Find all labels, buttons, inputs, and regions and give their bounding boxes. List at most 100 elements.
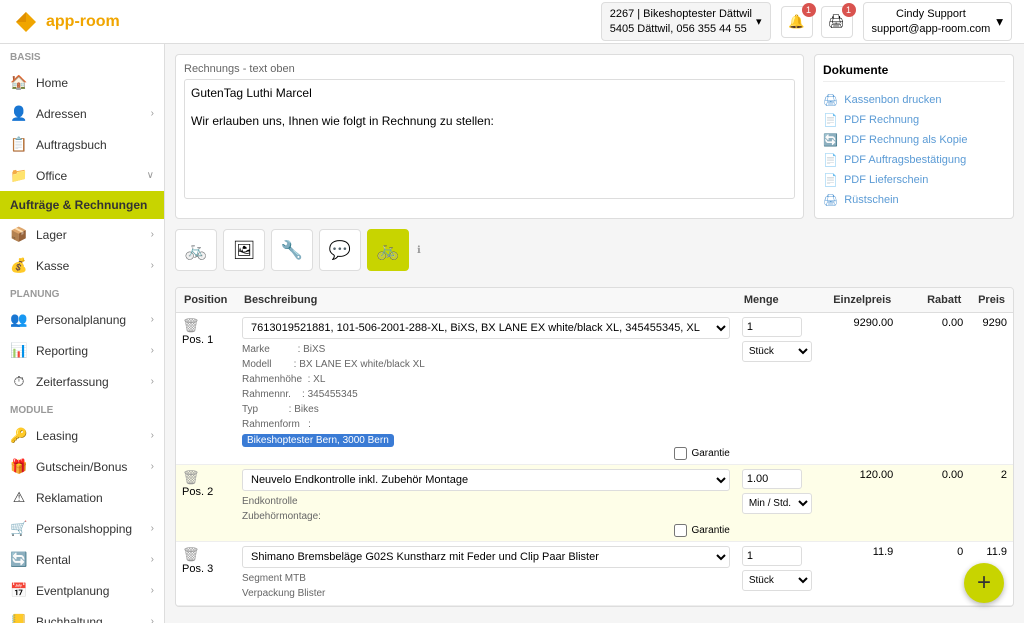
row1-qty-cell: Stück bbox=[736, 313, 819, 465]
row2-qty-input[interactable] bbox=[742, 469, 802, 489]
sidebar-item-buchhaltung[interactable]: 📒 Buchhaltung › bbox=[0, 606, 164, 623]
row3-delete-cell: 🗑 Pos. 3 bbox=[176, 542, 236, 606]
row1-qty-input[interactable] bbox=[742, 317, 802, 337]
home-icon: 🏠 bbox=[10, 74, 28, 91]
invoice-text-area[interactable]: GutenTag Luthi Marcel Wir erlauben uns, … bbox=[184, 79, 795, 199]
doc-auftragsbestaetigung[interactable]: 📄 PDF Auftragsbestätigung bbox=[823, 150, 1005, 170]
row3-unit-dropdown[interactable]: Stück bbox=[742, 570, 812, 591]
auftragsbuch-icon: 📋 bbox=[10, 136, 28, 153]
row2-preis: 2 bbox=[969, 465, 1013, 542]
tab-bike1[interactable]: 🚲 bbox=[175, 229, 217, 271]
print-button[interactable]: 🖨 1 bbox=[821, 6, 853, 38]
sidebar-item-label-office: Office bbox=[36, 169, 67, 183]
sidebar-item-label-personalshopping: Personalshopping bbox=[36, 522, 132, 536]
doc-pdf-kopie[interactable]: 🔄 PDF Rechnung als Kopie bbox=[823, 130, 1005, 150]
row1-einzelpreis: 9290.00 bbox=[819, 313, 899, 465]
chevron-right-icon-12: › bbox=[151, 616, 154, 623]
sidebar-item-personalshopping[interactable]: 🛒 Personalshopping › bbox=[0, 513, 164, 544]
doc-lieferschein[interactable]: 📄 PDF Lieferschein bbox=[823, 170, 1005, 190]
row1-delete-button[interactable]: 🗑 bbox=[182, 317, 200, 334]
sidebar-item-label-reporting: Reporting bbox=[36, 344, 88, 358]
header: app-room 2267 | Bikeshoptester Dättwil 5… bbox=[0, 0, 1024, 44]
col-header-einzelpreis: Einzelpreis bbox=[819, 288, 899, 313]
sidebar-item-reporting[interactable]: 📊 Reporting › bbox=[0, 335, 164, 366]
rental-icon: 🔄 bbox=[10, 551, 28, 568]
row1-pos: Pos. 1 bbox=[182, 334, 230, 346]
row1-unit-dropdown[interactable]: Stück bbox=[742, 341, 812, 362]
doc-kassenbon[interactable]: 🖨 Kassenbon drucken bbox=[823, 90, 1005, 110]
documents-panel: Dokumente 🖨 Kassenbon drucken 📄 PDF Rech… bbox=[814, 54, 1014, 219]
pdf-doc-icon-2: 🔄 bbox=[823, 133, 838, 147]
sidebar-item-zeiterfassung[interactable]: ⏱ Zeiterfassung › bbox=[0, 366, 164, 397]
row2-item-dropdown[interactable]: Neuvelo Endkontrolle inkl. Zubehör Monta… bbox=[242, 469, 730, 491]
row3-desc-cell: Shimano Bremsbeläge G02S Kunstharz mit F… bbox=[236, 542, 736, 606]
chevron-right-icon-9: › bbox=[151, 523, 154, 534]
invoice-text-label: Rechnungs - text oben bbox=[184, 63, 795, 75]
row1-item-dropdown[interactable]: 7613019521881, 101-506-2001-288-XL, BiXS… bbox=[242, 317, 730, 339]
main-container: BASIS 🏠 Home 👤 Adressen › 📋 Auftragsbuch… bbox=[0, 44, 1024, 623]
col-header-position: Position bbox=[176, 288, 236, 313]
sidebar-item-gutschein[interactable]: 🎁 Gutschein/Bonus › bbox=[0, 451, 164, 482]
table-row: 🗑 Pos. 1 7613019521881, 101-506-2001-288… bbox=[176, 313, 1013, 465]
row3-delete-button[interactable]: 🗑 bbox=[182, 546, 200, 563]
row2-delete-button[interactable]: 🗑 bbox=[182, 469, 200, 486]
row3-einzelpreis: 11.9 bbox=[819, 542, 899, 606]
logo-icon bbox=[12, 8, 40, 36]
sidebar-item-label-gutschein: Gutschein/Bonus bbox=[36, 460, 127, 474]
row1-detail: Marke : BiXS Modell : BX LANE EX white/b… bbox=[242, 342, 730, 432]
location-chevron-icon[interactable]: ▾ bbox=[756, 15, 762, 28]
sidebar-item-home[interactable]: 🏠 Home bbox=[0, 67, 164, 98]
pdf-doc-icon-4: 📄 bbox=[823, 173, 838, 187]
logo-text: app-room bbox=[46, 13, 120, 31]
row2-rabatt: 0.00 bbox=[899, 465, 969, 542]
doc-ruestschein[interactable]: 🖨 Rüstschein bbox=[823, 190, 1005, 210]
row1-rabatt: 0.00 bbox=[899, 313, 969, 465]
tab-image[interactable]: 🖼 bbox=[223, 229, 265, 271]
notification-button[interactable]: 🔔 1 bbox=[781, 6, 813, 38]
doc-pdf-rechnung[interactable]: 📄 PDF Rechnung bbox=[823, 110, 1005, 130]
table-row: 🗑 Pos. 2 Neuvelo Endkontrolle inkl. Zube… bbox=[176, 465, 1013, 542]
sidebar-item-lager[interactable]: 📦 Lager › bbox=[0, 219, 164, 250]
sidebar-item-reklamation[interactable]: ⚠ Reklamation bbox=[0, 482, 164, 513]
user-info: Cindy Support support@app-room.com bbox=[872, 7, 991, 36]
print-doc-icon-2: 🖨 bbox=[823, 193, 838, 207]
sidebar-item-personalplanung[interactable]: 👥 Personalplanung › bbox=[0, 304, 164, 335]
row1-guarantee-checkbox[interactable] bbox=[674, 447, 687, 460]
sidebar-item-eventplanung[interactable]: 📅 Eventplanung › bbox=[0, 575, 164, 606]
sidebar-item-office[interactable]: 📁 Office ∨ bbox=[0, 160, 164, 191]
user-email: support@app-room.com bbox=[872, 22, 991, 36]
sidebar-item-auftraege[interactable]: Aufträge & Rechnungen bbox=[0, 191, 164, 219]
col-header-rabatt: Rabatt bbox=[899, 288, 969, 313]
sidebar-item-adressen[interactable]: 👤 Adressen › bbox=[0, 98, 164, 129]
location-info: 2267 | Bikeshoptester Dättwil 5405 Dättw… bbox=[610, 7, 752, 36]
pdf-doc-icon-1: 📄 bbox=[823, 113, 838, 127]
location-line1: 2267 | Bikeshoptester Dättwil bbox=[610, 7, 752, 21]
adressen-icon: 👤 bbox=[10, 105, 28, 122]
sidebar-section-module: MODULE bbox=[0, 397, 164, 420]
print-badge: 1 bbox=[842, 3, 856, 17]
tab-chat[interactable]: 💬 bbox=[319, 229, 361, 271]
personalplanung-icon: 👥 bbox=[10, 311, 28, 328]
sidebar-item-leasing[interactable]: 🔑 Leasing › bbox=[0, 420, 164, 451]
row1-guarantee-row: Garantie bbox=[242, 447, 730, 460]
content-inner: Rechnungs - text oben GutenTag Luthi Mar… bbox=[165, 44, 1024, 623]
row3-detail: Segment MTB Verpackung Blister bbox=[242, 571, 730, 601]
sidebar-item-label-eventplanung: Eventplanung bbox=[36, 584, 109, 598]
row3-qty-input[interactable] bbox=[742, 546, 802, 566]
add-fab-button[interactable]: + bbox=[964, 563, 1004, 603]
user-menu-button[interactable]: Cindy Support support@app-room.com ▾ bbox=[863, 2, 1012, 41]
row2-einzelpreis: 120.00 bbox=[819, 465, 899, 542]
sidebar-item-rental[interactable]: 🔄 Rental › bbox=[0, 544, 164, 575]
sidebar-item-kasse[interactable]: 💰 Kasse › bbox=[0, 250, 164, 281]
row2-guarantee-checkbox[interactable] bbox=[674, 524, 687, 537]
invoice-top-section: Rechnungs - text oben GutenTag Luthi Mar… bbox=[175, 54, 1014, 219]
tab-tools[interactable]: 🔧 bbox=[271, 229, 313, 271]
sidebar-item-label-leasing: Leasing bbox=[36, 429, 78, 443]
location-line2: 5405 Dättwil, 056 355 44 55 bbox=[610, 22, 752, 36]
row2-guarantee-row: Garantie bbox=[242, 524, 730, 537]
sidebar-item-auftragsbuch[interactable]: 📋 Auftragsbuch bbox=[0, 129, 164, 160]
office-icon: 📁 bbox=[10, 167, 28, 184]
row2-unit-dropdown[interactable]: Min / Std. bbox=[742, 493, 812, 514]
tab-bike2[interactable]: 🚲 bbox=[367, 229, 409, 271]
row3-item-dropdown[interactable]: Shimano Bremsbeläge G02S Kunstharz mit F… bbox=[242, 546, 730, 568]
